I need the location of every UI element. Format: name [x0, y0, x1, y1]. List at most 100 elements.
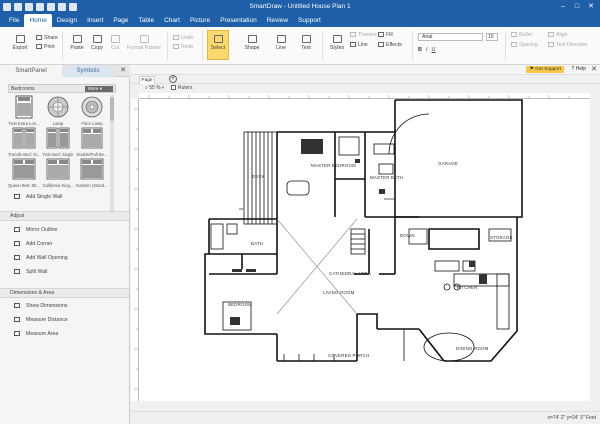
menu-home[interactable]: Home — [24, 14, 52, 27]
menu-insert[interactable]: Insert — [82, 14, 108, 27]
symbol-twin-extra-long[interactable]: Twin Extra Lon... — [8, 95, 40, 126]
ruler-icon — [14, 317, 20, 323]
menu-review[interactable]: Review — [262, 14, 293, 27]
canvas-top-strip: ⚑ Get Support ? Help ✕ — [131, 65, 600, 75]
fill-button[interactable]: Fill — [378, 32, 393, 38]
export-button[interactable]: Export — [10, 35, 30, 51]
text-button[interactable]: Text — [296, 35, 316, 51]
format-painter-button[interactable]: Format Painter — [124, 35, 164, 51]
copy-button[interactable]: Copy — [88, 35, 106, 51]
maximize-button[interactable]: □ — [570, 1, 584, 13]
undo-icon — [173, 35, 179, 41]
symbol-california-king[interactable]: California King... — [42, 157, 74, 188]
bold-button[interactable]: B — [418, 47, 422, 53]
show-dimensions-checkbox[interactable]: Show Dimensions — [14, 303, 68, 309]
cut-button[interactable]: Cut — [107, 35, 123, 51]
label-living: LIVING ROOM — [323, 290, 355, 295]
rulers-toggle[interactable]: Rulers — [171, 85, 192, 91]
spacing-button[interactable]: Spacing — [511, 42, 538, 48]
shape-button[interactable]: Shape — [241, 35, 263, 51]
dimensions-section-header[interactable]: Dimensions & Area — [0, 288, 129, 298]
paste-icon — [72, 35, 82, 43]
font-name-select[interactable]: Arial — [418, 33, 483, 41]
measure-area-button[interactable]: Measure Area — [14, 331, 58, 337]
menu-design[interactable]: Design — [52, 14, 82, 27]
redo-button[interactable]: Redo — [173, 44, 193, 50]
themes-button[interactable]: Themes — [350, 32, 377, 38]
symbol-twin-bed[interactable]: Twin Bed: Single — [42, 126, 74, 157]
symbol-scrollbar[interactable] — [110, 95, 114, 215]
paste-button[interactable]: Paste — [68, 35, 86, 51]
canvas-horizontal-scrollbar[interactable] — [131, 401, 590, 411]
add-corner-button[interactable]: Add Corner — [14, 241, 53, 247]
twin-bed-icon — [46, 127, 70, 149]
drawing-canvas[interactable]: DECK MASTER BEDROOM MASTER BATH GARAGE B… — [139, 99, 590, 401]
menu-picture[interactable]: Picture — [185, 14, 215, 27]
queen-bed-icon — [12, 158, 36, 180]
symbol-floor-lamp[interactable]: Floor Lamp — [76, 95, 108, 126]
menu-support[interactable]: Support — [293, 14, 326, 27]
add-wall-opening-button[interactable]: Add Wall Opening — [14, 255, 68, 261]
bullet-button[interactable]: Bullet — [511, 32, 532, 38]
double-bed-icon — [81, 127, 103, 149]
symbol-queen-bed[interactable]: Queen Bed: 80... — [8, 157, 40, 188]
line-style-button[interactable]: Line — [350, 42, 368, 48]
trundle-bed-icon — [12, 127, 36, 149]
get-support-button[interactable]: ⚑ Get Support — [526, 66, 564, 73]
mirror-outline-button[interactable]: Mirror Outline — [14, 227, 57, 233]
effects-button[interactable]: Effects — [378, 42, 402, 48]
close-window-button[interactable]: ✕ — [584, 1, 598, 13]
checkbox-icon — [14, 303, 20, 309]
line-button[interactable]: Line — [270, 35, 292, 51]
symbol-trundle-bed[interactable]: Trundle Bed: Si... — [8, 126, 40, 157]
align-button[interactable]: Align — [548, 32, 568, 38]
window-title: SmartDraw - Untitled House Plan 1 — [249, 3, 351, 10]
symbol-eastern-king[interactable]: Eastern (Stand... — [76, 157, 108, 188]
shape-icon — [247, 35, 257, 43]
close-canvas-icon[interactable]: ✕ — [591, 65, 597, 73]
share-button[interactable]: Share — [36, 35, 58, 41]
styles-button[interactable]: Styles — [327, 35, 347, 51]
more-button[interactable]: More ▾ — [85, 86, 113, 92]
measure-distance-button[interactable]: Measure Distance — [14, 317, 68, 323]
tab-smartpanel[interactable]: SmartPanel — [0, 65, 62, 77]
select-button[interactable]: Select — [207, 35, 229, 51]
panel-tabs: SmartPanel Symbols ✕ — [0, 65, 130, 77]
print-button[interactable]: Print — [36, 44, 55, 50]
vertical-ruler — [131, 99, 139, 401]
italic-button[interactable]: I — [426, 47, 428, 53]
themes-icon — [350, 32, 356, 38]
scrollbar-thumb[interactable] — [110, 97, 114, 121]
font-size-select[interactable]: 10 — [486, 33, 498, 41]
help-button[interactable]: ? Help — [572, 66, 586, 72]
menu-file[interactable]: File — [4, 14, 24, 27]
menu-presentation[interactable]: Presentation — [215, 14, 262, 27]
minimize-button[interactable]: – — [556, 1, 570, 13]
menu-page[interactable]: Page — [108, 14, 133, 27]
symbol-lamp[interactable]: Lamp — [42, 95, 74, 126]
underline-button[interactable]: U — [432, 47, 436, 53]
symbol-double-full-bed[interactable]: Double/Full Be... — [76, 126, 108, 157]
mirror-icon — [14, 227, 20, 233]
menu-bar: File Home Design Insert Page Table Chart… — [0, 14, 600, 27]
rulers-checkbox[interactable] — [171, 85, 176, 91]
undo-button[interactable]: Undo — [173, 35, 193, 41]
label-deck: DECK — [252, 174, 265, 179]
zoom-select[interactable]: ⌕ 55 % ▾ — [145, 85, 164, 91]
text-direction-button[interactable]: Text Direction — [548, 42, 587, 48]
tab-symbols[interactable]: Symbols — [62, 65, 114, 77]
label-garage: GARAGE — [438, 161, 458, 166]
cursor-arrow-icon — [213, 35, 223, 43]
floor-plan[interactable]: DECK MASTER BEDROOM MASTER BATH GARAGE B… — [139, 99, 590, 401]
canvas-vertical-scrollbar[interactable] — [590, 93, 600, 401]
close-panel-icon[interactable]: ✕ — [120, 66, 126, 74]
add-single-wall-button[interactable]: Add Single Wall — [14, 194, 62, 200]
page-tab-1[interactable]: Page 1 — [139, 76, 155, 90]
split-wall-button[interactable]: Split Wall — [14, 269, 47, 275]
library-header: Bedrooms More ▾ — [8, 84, 116, 93]
menu-table[interactable]: Table — [134, 14, 160, 27]
adjust-section-header[interactable]: Adjust — [0, 211, 129, 221]
line-style-icon — [350, 42, 356, 48]
add-page-button[interactable]: + — [169, 75, 177, 83]
menu-chart[interactable]: Chart — [159, 14, 185, 27]
